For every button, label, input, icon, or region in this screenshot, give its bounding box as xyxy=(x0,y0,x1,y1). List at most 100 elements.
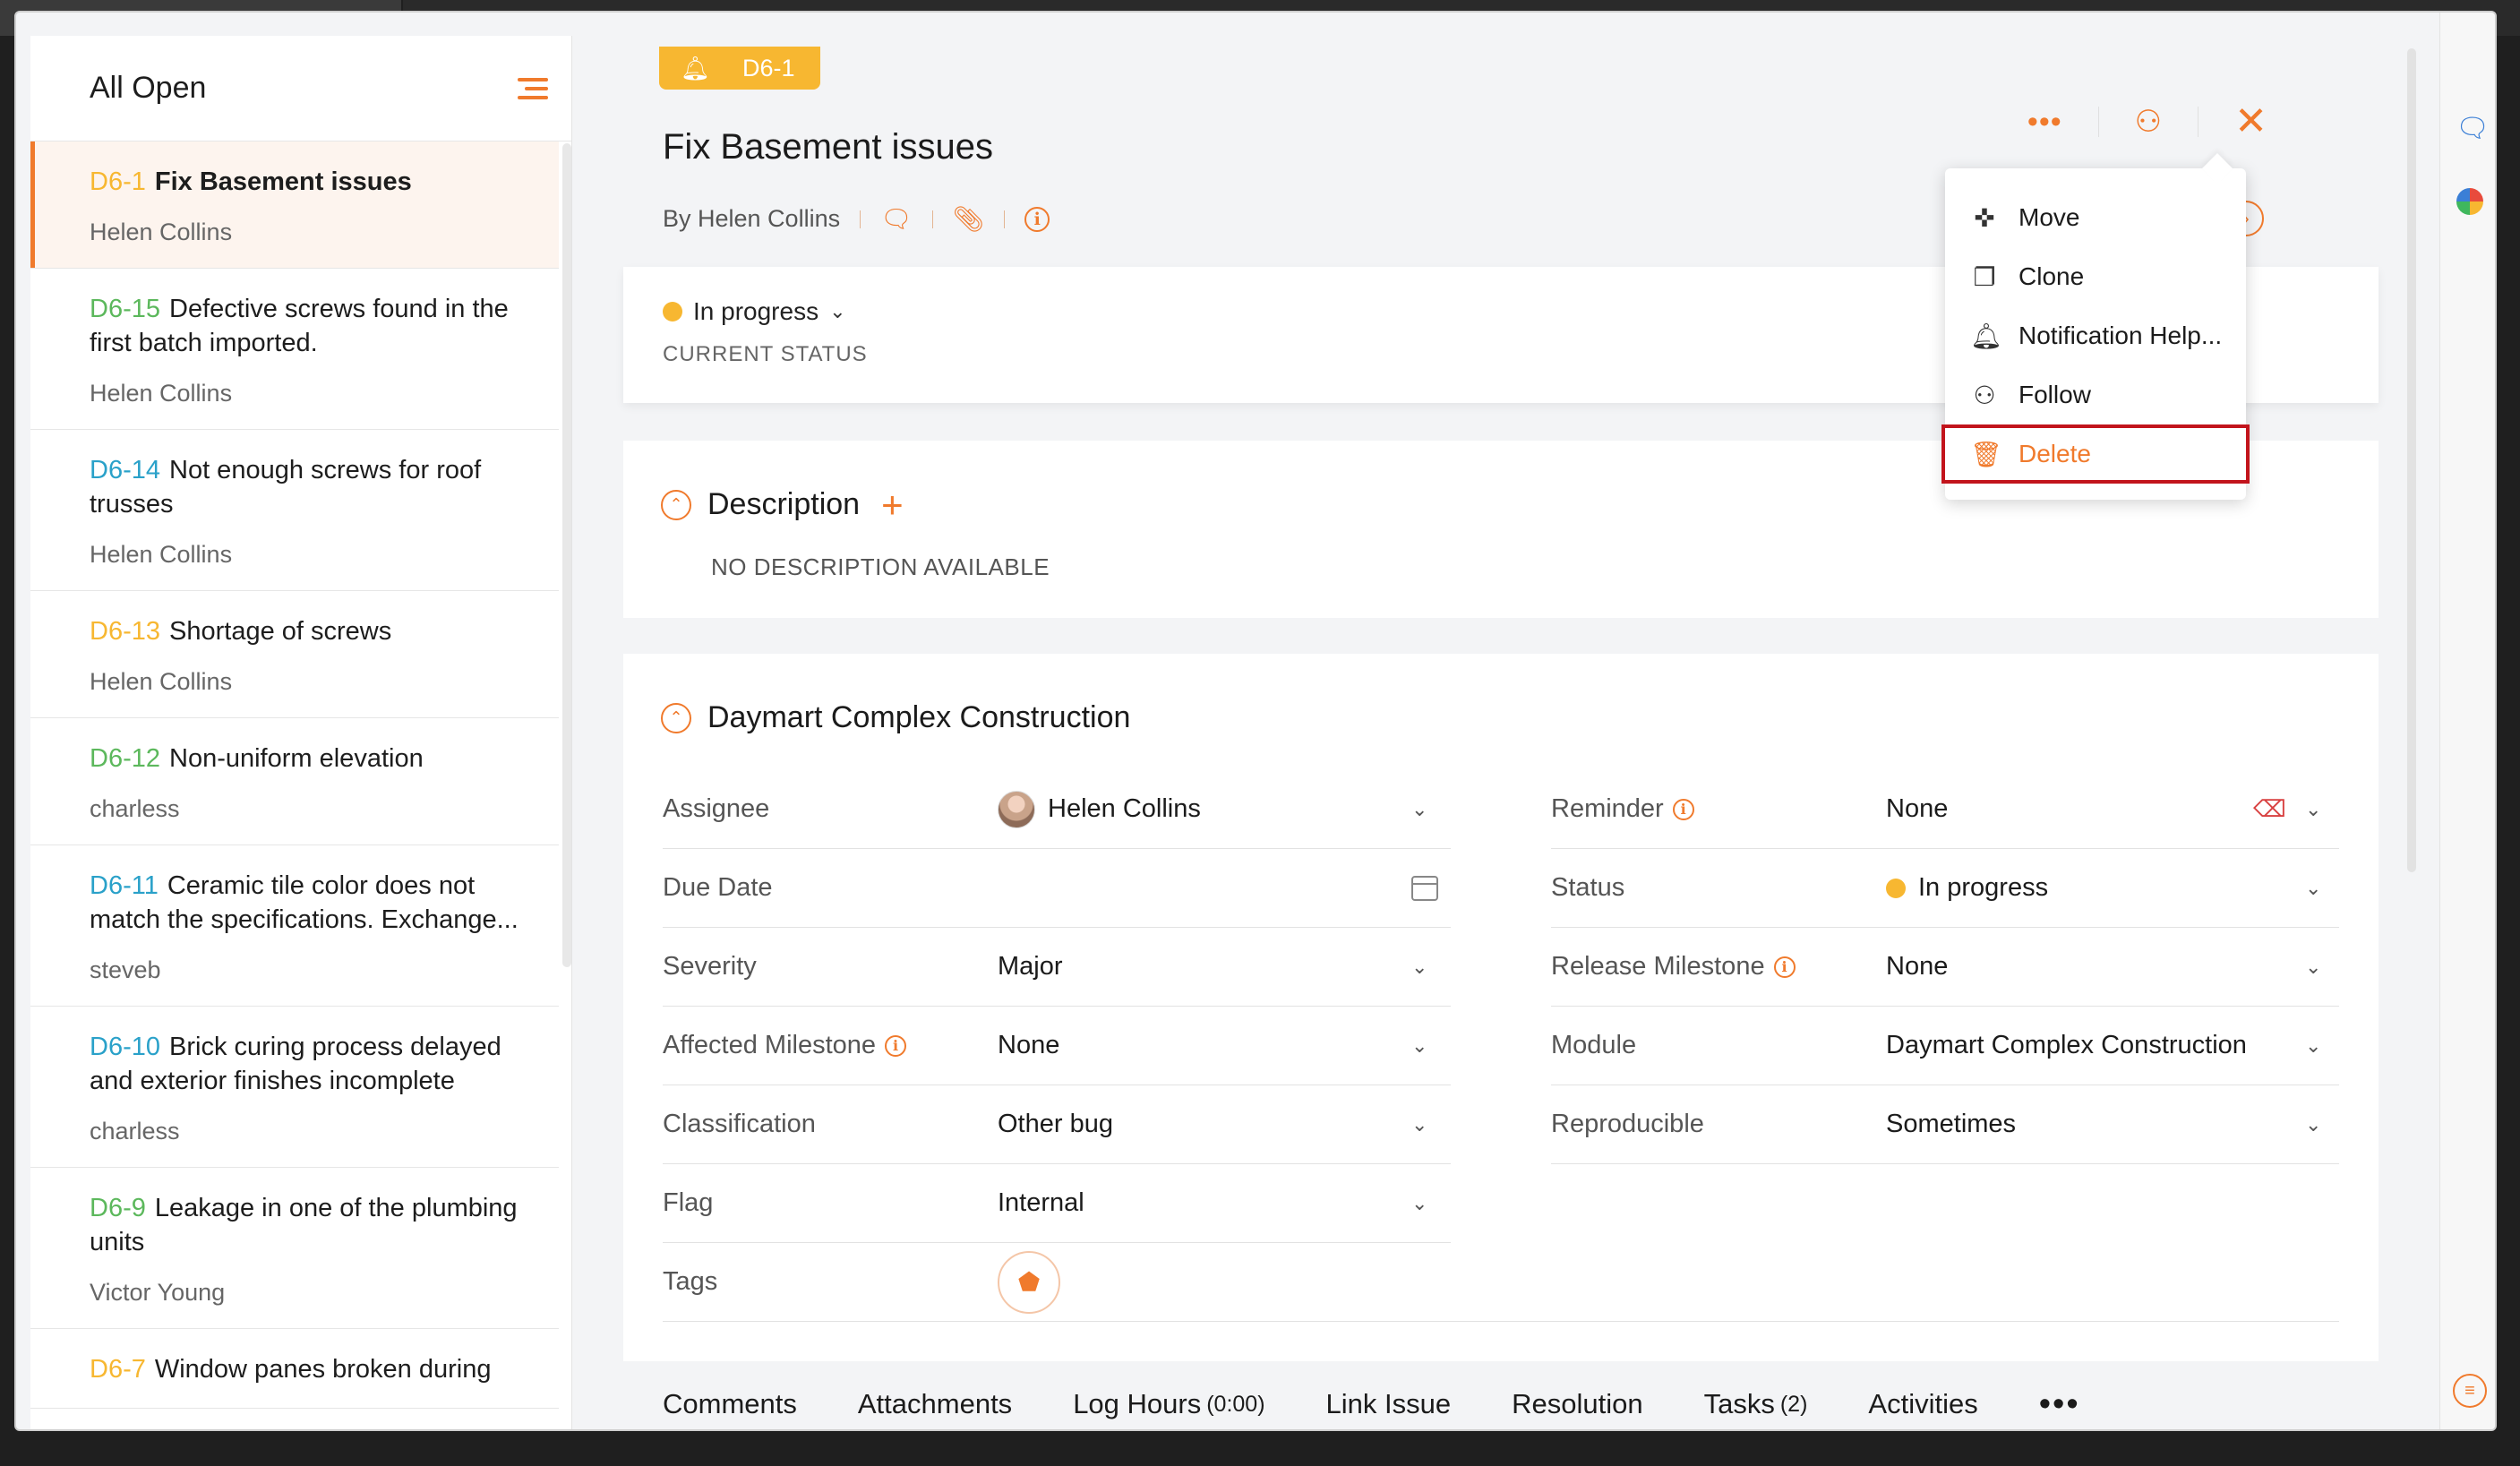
issue-byline: By Helen Collins 🗨︎ 📎︎ i xyxy=(663,204,1050,234)
add-tag-icon[interactable]: ⬟ xyxy=(998,1250,1060,1314)
menu-item-delete[interactable]: 🗑︎ Delete xyxy=(1941,424,2250,484)
issue-list-item[interactable]: D6-13 Shortage of screws Helen Collins xyxy=(30,591,559,718)
issue-fields-card: ⌃ Daymart Complex Construction Assignee … xyxy=(623,654,2379,1361)
empty-description-text: NO DESCRIPTION AVAILABLE xyxy=(711,553,1050,580)
bell-icon: 🔔︎ xyxy=(1970,321,2002,350)
issue-list-item[interactable]: D6-9 Leakage in one of the plumbing units… xyxy=(30,1168,559,1329)
field-label: Reminder xyxy=(1551,794,1664,823)
field-label: Assignee xyxy=(663,794,770,823)
chevron-down-icon[interactable]: ⌄ xyxy=(1411,1113,1427,1136)
issue-owner: Helen Collins xyxy=(90,380,233,407)
tab-comments[interactable]: Comments xyxy=(663,1363,797,1429)
field-flag[interactable]: Flag Internal ⌄ xyxy=(663,1164,1451,1243)
issue-title[interactable]: Fix Basement issues xyxy=(663,127,993,167)
field-module[interactable]: Module Daymart Complex Construction ⌄ xyxy=(1551,1007,2339,1085)
field-release-milestone[interactable]: Release Milestone i None ⌄ xyxy=(1551,928,2339,1007)
clear-reminder-icon[interactable]: ⌫ xyxy=(2253,795,2286,823)
close-icon[interactable]: ✕ xyxy=(2234,102,2267,141)
field-label: Due Date xyxy=(663,873,773,902)
field-classification[interactable]: Classification Other bug ⌄ xyxy=(663,1085,1451,1164)
issue-list-item[interactable]: D6-14 Not enough screws for roof trusses … xyxy=(30,430,559,591)
more-options-icon[interactable]: ••• xyxy=(2027,107,2062,137)
menu-item-follow[interactable]: ⚇ Follow xyxy=(1945,365,2246,424)
expand-panel-icon[interactable]: ≡ xyxy=(2453,1374,2487,1408)
fields-section-title: Daymart Complex Construction xyxy=(707,700,1131,734)
info-icon[interactable]: i xyxy=(1672,798,1694,820)
right-side-rail: 🗨︎ ≡ xyxy=(2439,13,2495,1429)
attachment-icon[interactable]: 📎︎ xyxy=(953,204,985,234)
field-severity[interactable]: Severity Major ⌄ xyxy=(663,928,1451,1007)
issue-list-item[interactable]: D6-10 Brick curing process delayed and ex… xyxy=(30,1007,559,1168)
field-status[interactable]: Status In progress ⌄ xyxy=(1551,849,2339,928)
more-tabs-icon[interactable]: ••• xyxy=(2039,1387,2080,1421)
chat-icon[interactable]: 🗨︎ xyxy=(2456,113,2490,144)
menu-icon[interactable] xyxy=(518,76,548,101)
add-description-icon[interactable]: + xyxy=(881,485,904,523)
avatar xyxy=(998,790,1035,828)
chevron-down-icon[interactable]: ⌄ xyxy=(2305,877,2321,900)
assignee-value: Helen Collins xyxy=(1048,794,1201,823)
chevron-down-icon[interactable]: ⌄ xyxy=(2305,1113,2321,1136)
chevron-down-icon[interactable]: ⌄ xyxy=(1411,1192,1427,1215)
field-assignee[interactable]: Assignee Helen Collins ⌄ xyxy=(663,770,1451,849)
field-label: Reproducible xyxy=(1551,1110,1704,1138)
comment-icon[interactable]: 🗨︎ xyxy=(880,204,913,234)
field-reminder[interactable]: Reminder i None ⌫ ⌄ xyxy=(1551,770,2339,849)
chevron-down-icon[interactable]: ⌄ xyxy=(1411,798,1427,821)
severity-value: Major xyxy=(998,952,1063,981)
description-header: ⌃ Description + xyxy=(661,485,904,523)
issue-list-item[interactable]: D6-12 Non-uniform elevation charless xyxy=(30,718,559,845)
status-dropdown[interactable]: In progress ⌄ xyxy=(663,297,846,326)
header-actions: ••• ⚇ ✕ xyxy=(2027,102,2267,141)
more-options-menu: ✜ Move ❐ Clone 🔔︎ Notification Help... ⚇… xyxy=(1941,168,2250,500)
collapse-icon[interactable]: ⌃ xyxy=(661,489,691,520)
issue-list-panel: All Open D6-1 Fix Basement issues Helen C… xyxy=(30,36,572,1429)
issue-id-badge: 🔔︎ D6-1 xyxy=(659,47,820,90)
issue-list-item[interactable]: D6-1 Fix Basement issues Helen Collins xyxy=(30,141,559,269)
field-due-date[interactable]: Due Date xyxy=(663,849,1451,928)
collapse-icon[interactable]: ⌃ xyxy=(661,702,691,733)
chevron-down-icon[interactable]: ⌄ xyxy=(1411,1034,1427,1058)
assign-user-icon[interactable]: ⚇ xyxy=(2135,104,2162,140)
reproducible-value: Sometimes xyxy=(1886,1110,2017,1138)
chevron-down-icon[interactable]: ⌄ xyxy=(1411,956,1427,979)
tab-resolution[interactable]: Resolution xyxy=(1512,1363,1642,1429)
info-icon[interactable]: i xyxy=(885,1034,907,1057)
view-title[interactable]: All Open xyxy=(90,71,206,106)
issue-owner: charless xyxy=(90,1118,180,1145)
tab-attachments[interactable]: Attachments xyxy=(858,1363,1012,1429)
field-affected-milestone[interactable]: Affected Milestone i None ⌄ xyxy=(663,1007,1451,1085)
app-logo-icon[interactable] xyxy=(2456,188,2483,215)
issue-list: D6-1 Fix Basement issues Helen Collins D6… xyxy=(30,141,571,1409)
menu-item-clone[interactable]: ❐ Clone xyxy=(1945,247,2246,306)
issue-list-scrollbar[interactable] xyxy=(562,143,571,967)
info-icon[interactable]: i xyxy=(1773,956,1796,978)
status-value: In progress xyxy=(693,297,819,325)
tab-tasks[interactable]: Tasks (2) xyxy=(1704,1363,1808,1429)
menu-item-notification-help[interactable]: 🔔︎ Notification Help... xyxy=(1945,306,2246,365)
field-label: Flag xyxy=(663,1188,714,1217)
field-reproducible[interactable]: Reproducible Sometimes ⌄ xyxy=(1551,1085,2339,1164)
issue-list-item[interactable]: D6-7 Window panes broken during xyxy=(30,1329,559,1409)
issue-title: Fix Basement issues xyxy=(154,167,412,196)
detail-scrollbar[interactable] xyxy=(2407,48,2416,872)
chevron-down-icon[interactable]: ⌄ xyxy=(2305,798,2321,821)
description-title: Description xyxy=(707,487,861,521)
tab-log-hours[interactable]: Log Hours (0:00) xyxy=(1073,1363,1264,1429)
chevron-down-icon[interactable]: ⌄ xyxy=(2305,1034,2321,1058)
menu-item-move[interactable]: ✜ Move xyxy=(1945,188,2246,247)
calendar-icon[interactable] xyxy=(1411,876,1438,901)
tab-link-issue[interactable]: Link Issue xyxy=(1326,1363,1452,1429)
field-label: Affected Milestone xyxy=(663,1031,877,1059)
status-dot-icon xyxy=(1886,878,1906,898)
issue-title: Shortage of screws xyxy=(169,617,392,646)
field-tags: Tags ⬟ xyxy=(663,1243,2339,1322)
chevron-down-icon[interactable]: ⌄ xyxy=(2305,956,2321,979)
tab-activities[interactable]: Activities xyxy=(1868,1363,1977,1429)
issue-detail-window: All Open D6-1 Fix Basement issues Helen C… xyxy=(14,11,2497,1431)
issue-list-item[interactable]: D6-15 Defective screws found in the first… xyxy=(30,269,559,430)
info-icon[interactable]: i xyxy=(1024,206,1050,232)
flag-value: Internal xyxy=(998,1188,1084,1217)
issue-list-item[interactable]: D6-11 Ceramic tile color does not match t… xyxy=(30,845,559,1007)
follow-user-icon: ⚇ xyxy=(1973,381,1996,409)
